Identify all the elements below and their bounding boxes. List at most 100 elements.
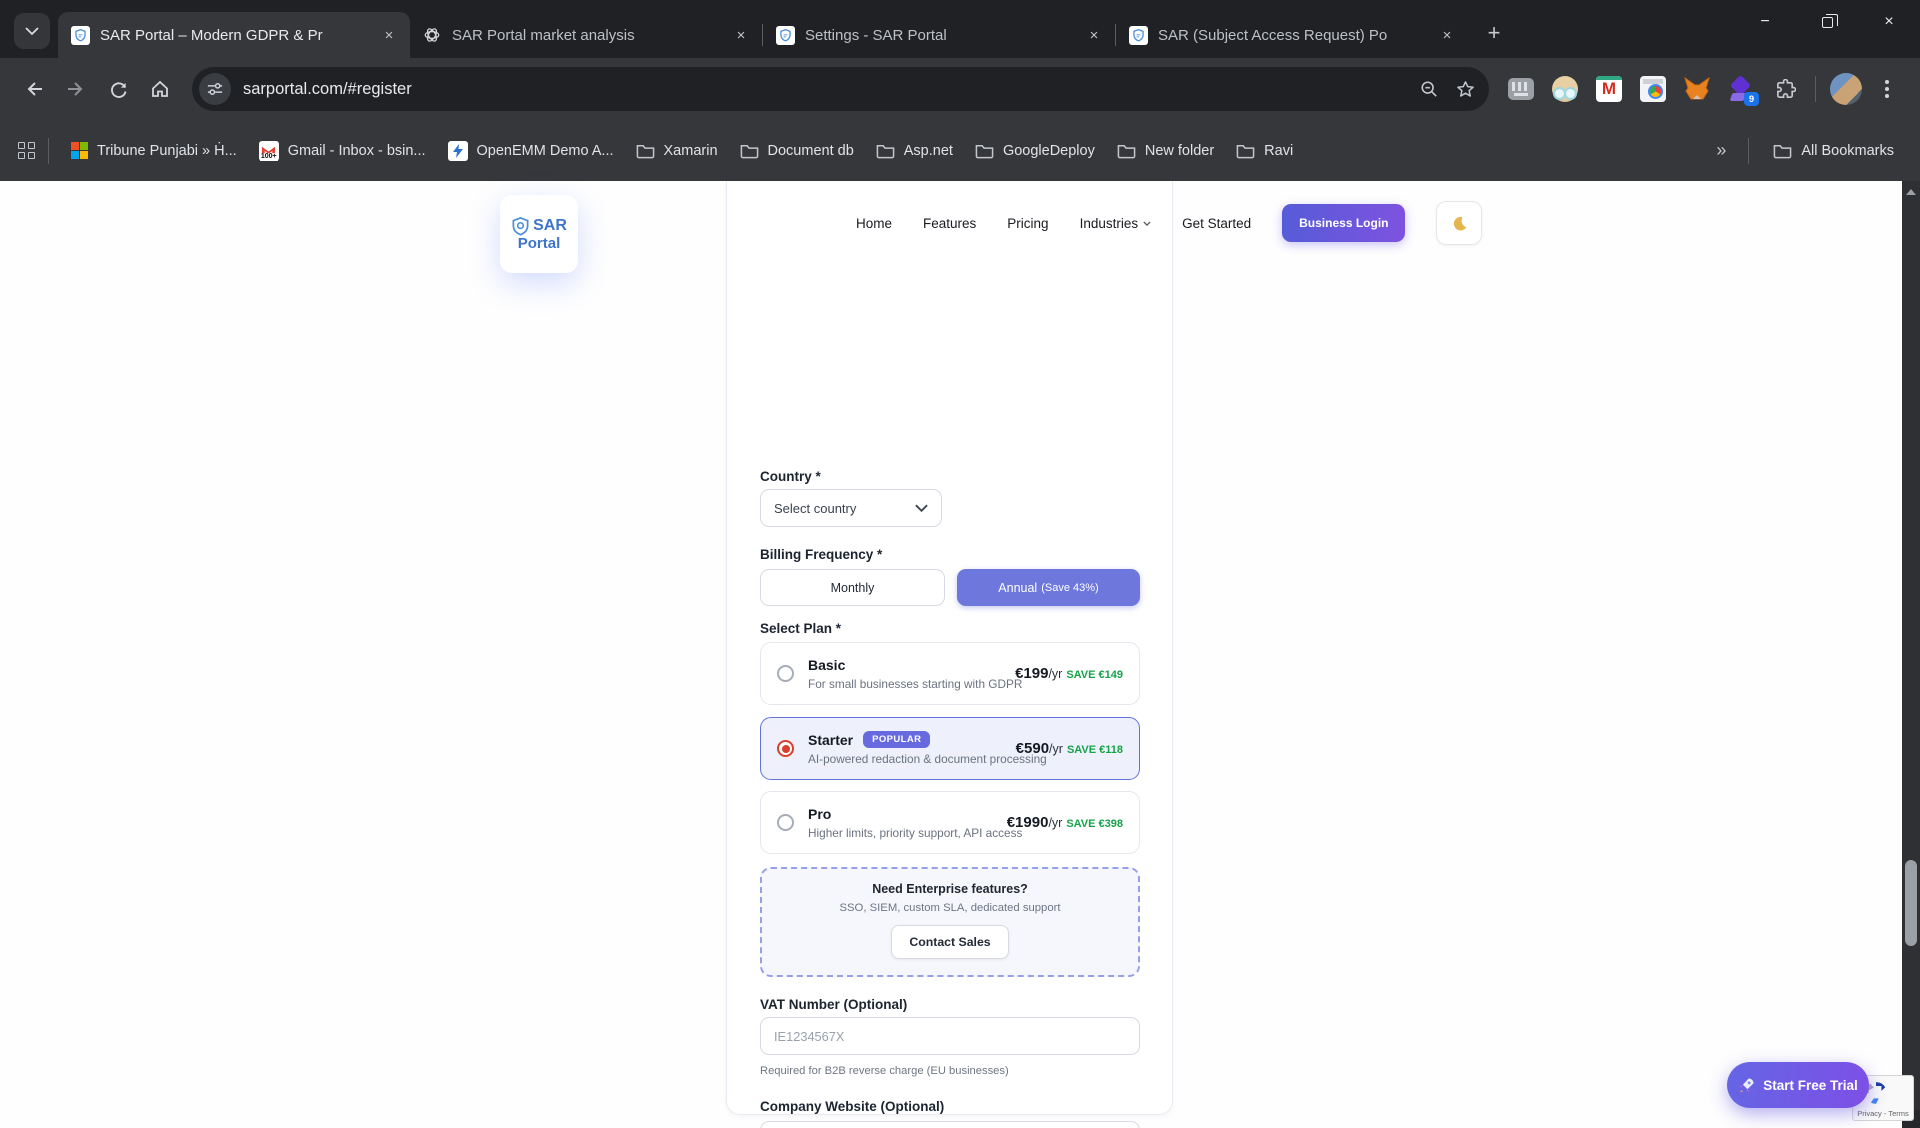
browser-window: SAR Portal – Modern GDPR & Pr × SAR Port… [0,0,1920,1128]
bookmarks-overflow-button[interactable]: » [1706,140,1734,161]
radio-checked-icon[interactable] [777,740,794,757]
rocket-icon [1738,1077,1755,1094]
nav-home[interactable]: Home [856,216,892,231]
close-button[interactable]: × [1858,0,1920,44]
main-nav: Home Features Pricing Industries Get Sta… [856,181,1482,265]
profile-avatar[interactable] [1826,69,1866,109]
tab-market-analysis[interactable]: SAR Portal market analysis × [410,12,762,58]
back-button[interactable] [14,69,54,109]
zoom-out-icon[interactable] [1411,71,1447,107]
plan-option-basic[interactable]: Basic For small businesses starting with… [760,642,1140,705]
site-logo[interactable]: SAR Portal [500,195,578,273]
openemm-icon [448,141,468,161]
site-settings-icon[interactable] [199,73,231,105]
tab-title: SAR Portal – Modern GDPR & Pr [100,27,368,44]
scroll-up-arrow[interactable] [1902,183,1920,201]
tab-title: Settings - SAR Portal [805,27,1073,44]
minimize-button[interactable]: − [1734,0,1796,44]
extensions-puzzle-icon[interactable] [1765,69,1805,109]
bookmark-folder-googledeploy[interactable]: GoogleDeploy [965,136,1105,166]
home-button[interactable] [140,69,180,109]
billing-annual-label: Annual [998,581,1037,595]
tab-title: SAR (Subject Access Request) Po [1158,27,1426,44]
bookmark-folder-newfolder[interactable]: New folder [1107,136,1224,166]
chevron-down-icon [915,504,928,512]
reload-button[interactable] [98,69,138,109]
country-select[interactable]: Select country [760,489,942,527]
tab-sar-portal-register[interactable]: SAR Portal – Modern GDPR & Pr × [58,12,410,58]
tab-close-icon[interactable]: × [1083,24,1105,46]
plan-save-badge: SAVE €398 [1066,818,1123,830]
tab-sar-wikipedia[interactable]: SAR (Subject Access Request) Po × [1116,12,1468,58]
browser-toolbar: sarportal.com/#register M 9 [0,58,1920,120]
bookmark-folder-ravi[interactable]: Ravi [1226,136,1303,166]
avatar-face-extension-icon[interactable] [1545,69,1585,109]
address-bar[interactable]: sarportal.com/#register [192,67,1489,111]
bookmark-tribune-punjabi[interactable]: Tribune Punjabi » Ḣ... [61,135,247,166]
metamask-fox-icon[interactable] [1677,69,1717,109]
business-login-button[interactable]: Business Login [1282,204,1405,242]
scrollbar-thumb[interactable] [1905,860,1917,946]
tab-close-icon[interactable]: × [1436,24,1458,46]
screenshot-extension-icon[interactable] [1633,69,1673,109]
bookmarks-separator [1748,138,1749,164]
bookmark-folder-aspnet[interactable]: Asp.net [866,136,963,166]
nav-features[interactable]: Features [923,216,976,231]
enterprise-title: Need Enterprise features? [872,882,1028,896]
window-controls: − × [1734,0,1920,44]
extension-badge: 9 [1744,92,1759,106]
bookmarks-right-group: » All Bookmarks [1706,136,1904,166]
forward-button[interactable] [56,69,96,109]
plan-option-pro[interactable]: Pro Higher limits, priority support, API… [760,791,1140,854]
theme-toggle-button[interactable] [1436,201,1482,245]
nav-pricing[interactable]: Pricing [1007,216,1048,231]
page-scrollbar[interactable] [1902,181,1920,1128]
url-text[interactable]: sarportal.com/#register [243,80,1411,99]
radio-unchecked-icon[interactable] [777,665,794,682]
plan-price-amount: €590 [1016,740,1049,757]
bookmark-star-icon[interactable] [1447,71,1483,107]
contact-sales-button[interactable]: Contact Sales [891,925,1008,959]
vat-label: VAT Number (Optional) [760,997,907,1012]
shield-logo-icon [511,217,530,236]
billing-annual-button[interactable]: Annual (Save 43%) [957,569,1140,606]
wallet-extension-icon[interactable]: 9 [1721,69,1761,109]
plan-option-starter[interactable]: Starter POPULAR AI-powered redaction & d… [760,717,1140,780]
enterprise-box: Need Enterprise features? SSO, SIEM, cus… [760,867,1140,977]
floating-start-free-trial-button[interactable]: Start Free Trial [1727,1062,1869,1108]
apps-grid-icon[interactable] [18,142,36,160]
bookmark-label: GoogleDeploy [1003,143,1095,159]
tab-search-button[interactable] [14,13,50,49]
gmail-icon: 100+ [259,141,279,161]
folder-icon [1773,143,1792,159]
all-bookmarks-button[interactable]: All Bookmarks [1763,136,1904,166]
restore-icon [1822,17,1833,28]
sar-favicon-icon [775,25,795,45]
mailtrack-extension-icon[interactable]: M [1589,69,1629,109]
new-tab-button[interactable]: + [1476,15,1512,51]
chevron-down-icon [25,27,39,36]
plan-save-badge: SAVE €149 [1066,669,1123,681]
nav-get-started[interactable]: Get Started [1182,216,1251,231]
browser-menu-button[interactable] [1868,70,1906,108]
plan-name: Starter [808,732,853,748]
bookmark-openemm[interactable]: OpenEMM Demo A... [438,134,624,168]
company-website-input[interactable] [760,1121,1140,1128]
tab-close-icon[interactable]: × [730,24,752,46]
vat-input[interactable] [760,1017,1140,1055]
tab-settings[interactable]: Settings - SAR Portal × [763,12,1115,58]
bookmark-folder-xamarin[interactable]: Xamarin [626,136,728,166]
nav-industries[interactable]: Industries [1080,216,1152,231]
bookmark-label: OpenEMM Demo A... [477,143,614,159]
radio-unchecked-icon[interactable] [777,814,794,831]
bookmark-gmail[interactable]: 100+ Gmail - Inbox - bsin... [249,134,436,168]
billing-monthly-button[interactable]: Monthly [760,569,945,606]
sar-favicon-icon [1128,25,1148,45]
tab-close-icon[interactable]: × [378,24,400,46]
tab-strip: SAR Portal – Modern GDPR & Pr × SAR Port… [0,0,1920,58]
bookmark-label: Tribune Punjabi » Ḣ... [97,143,237,159]
bookmark-folder-documentdb[interactable]: Document db [730,136,864,166]
bookmark-label: New folder [1145,143,1214,159]
keyboard-extension-icon[interactable] [1501,69,1541,109]
restore-button[interactable] [1796,0,1858,44]
